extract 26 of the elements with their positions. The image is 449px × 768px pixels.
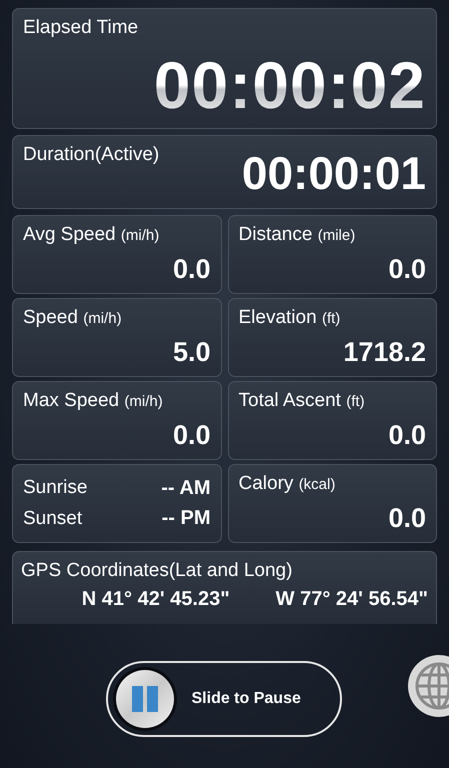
duration-label: Duration(Active): [23, 144, 160, 166]
stat-label: Calory (kcal): [238, 473, 336, 495]
duration-time: 00:00:01: [242, 150, 426, 196]
stat-label: Max Speed (mi/h): [23, 390, 163, 412]
slide-to-pause-slider[interactable]: Slide to Pause: [106, 661, 342, 737]
stat-value: 1718.2: [343, 337, 426, 368]
pause-knob-icon[interactable]: [112, 666, 178, 732]
elapsed-label: Elapsed Time: [23, 17, 138, 39]
stat-value: 0.0: [172, 420, 210, 451]
gps-label: GPS Coordinates(Lat and Long): [21, 560, 292, 582]
stat-value: 0.0: [388, 503, 426, 534]
stat-value: 0.0: [388, 420, 426, 451]
stat-value: 0.0: [172, 254, 210, 285]
stat-label: Speed (mi/h): [23, 307, 122, 329]
longitude: W 77° 24' 56.54": [276, 588, 428, 611]
sun-time: -- AM: [161, 476, 210, 500]
stat-value: 5.0: [172, 337, 210, 368]
stat-label: Total Ascent (ft): [238, 390, 365, 412]
sun-time: -- PM: [162, 507, 210, 530]
stat-label: Elevation (ft): [238, 307, 340, 329]
sun-label: Sunrise: [23, 477, 88, 500]
stat-label: Distance (mile): [238, 224, 356, 246]
stat-label: Avg Speed (mi/h): [23, 224, 160, 246]
stat-value: 0.0: [388, 254, 426, 285]
latitude: N 41° 42' 45.23": [82, 588, 230, 611]
sun-label: Sunset: [23, 508, 82, 530]
